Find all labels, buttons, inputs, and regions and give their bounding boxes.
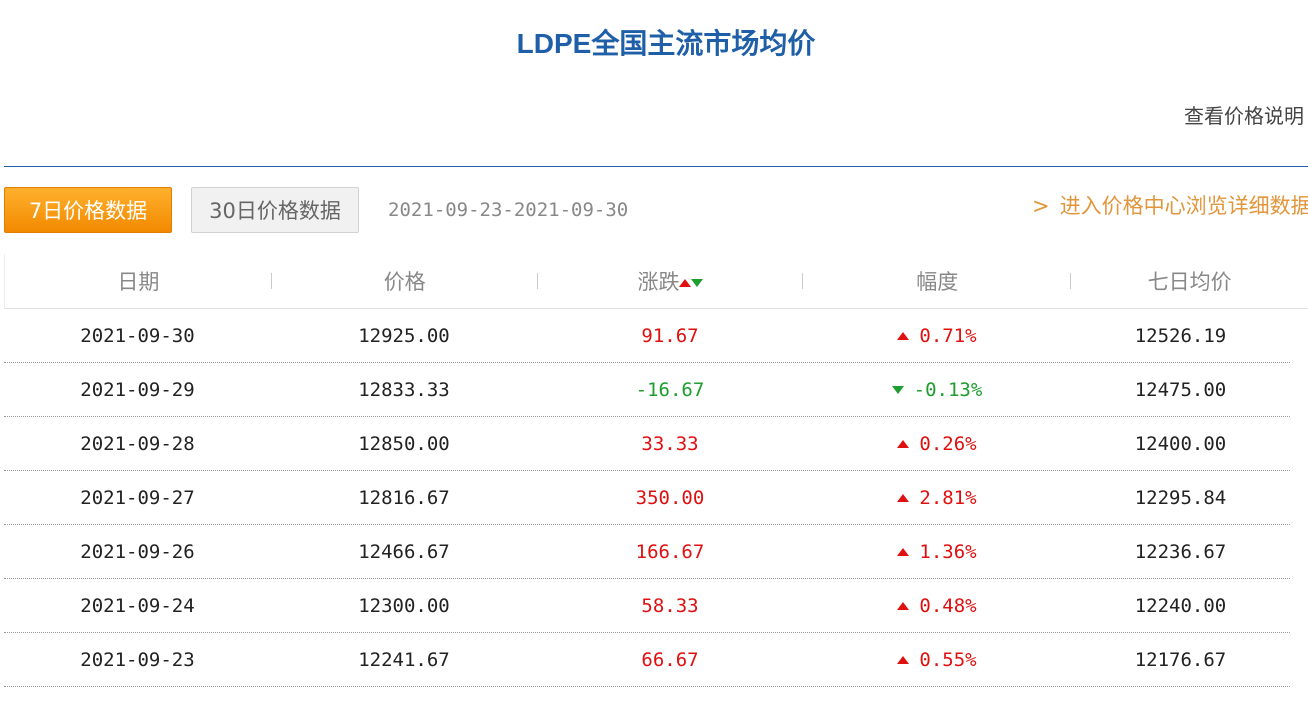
cell-percent: 0.26% [803, 433, 1071, 455]
cell-percent-value: 1.36% [919, 540, 977, 563]
header-divider [4, 166, 1308, 167]
cell-price: 12816.67 [358, 486, 450, 509]
cell-change: 166.67 [635, 540, 705, 563]
cell-change: 58.33 [641, 594, 699, 617]
cell-percent-value: 0.71% [919, 324, 977, 347]
cell-seven-day-average: 12240.00 [1134, 594, 1227, 617]
arrow-up-icon [897, 656, 910, 664]
cell-date: 2021-09-29 [80, 378, 195, 401]
arrow-down-icon [891, 386, 904, 394]
price-table: 日期 价格 涨跌 幅度 七日均价 2021-09-30 12925.00 91.67… [4, 254, 1308, 687]
cell-percent-value: -0.13% [913, 378, 983, 401]
table-row: 2021-09-27 12816.67 350.00 2.81% 12295.84 [4, 471, 1290, 525]
table-header: 日期 价格 涨跌 幅度 七日均价 [4, 254, 1308, 309]
cell-seven-day-average: 12295.84 [1134, 486, 1227, 509]
cell-percent: 1.36% [803, 541, 1071, 563]
cell-percent: 0.55% [803, 649, 1071, 671]
price-center-link-label: 进入价格中心浏览详细数据 [1059, 194, 1308, 218]
header-percent: 幅度 [803, 266, 1071, 296]
cell-date: 2021-09-23 [80, 648, 195, 671]
arrow-up-icon [897, 602, 910, 610]
cell-date: 2021-09-26 [80, 540, 195, 563]
date-range: 2021-09-23-2021-09-30 [388, 199, 629, 221]
cell-seven-day-average: 12176.67 [1134, 648, 1227, 671]
cell-seven-day-average: 12236.67 [1134, 540, 1227, 563]
price-explanation-link[interactable]: 查看价格说明 [1184, 100, 1304, 129]
cell-change: 66.67 [641, 648, 699, 671]
cell-date: 2021-09-27 [80, 486, 195, 509]
cell-percent: 2.81% [803, 487, 1071, 509]
cell-change: 350.00 [635, 486, 705, 509]
price-center-link[interactable]: > 进入价格中心浏览详细数据 [1032, 190, 1308, 220]
sort-descending-icon[interactable] [691, 279, 704, 287]
page-title: LDPE全国主流市场均价 [516, 28, 816, 59]
arrow-up-icon [897, 440, 910, 448]
cell-price: 12466.67 [358, 540, 450, 563]
table-row: 2021-09-23 12241.67 66.67 0.55% 12176.67 [4, 633, 1290, 687]
cell-date: 2021-09-24 [80, 594, 195, 617]
arrow-up-icon [897, 332, 910, 340]
table-body: 2021-09-30 12925.00 91.67 0.71% 12526.19 2021… [4, 309, 1308, 687]
header-change-sortable[interactable]: 涨跌 [538, 266, 804, 296]
cell-price: 12241.67 [358, 648, 450, 671]
arrow-up-icon [897, 548, 910, 556]
cell-seven-day-average: 12475.00 [1134, 378, 1227, 401]
cell-seven-day-average: 12526.19 [1134, 324, 1227, 347]
cell-percent-value: 2.81% [919, 486, 977, 509]
cell-price: 12300.00 [358, 594, 450, 617]
header-date: 日期 [5, 266, 272, 296]
cell-date: 2021-09-28 [80, 432, 195, 455]
table-row: 2021-09-28 12850.00 33.33 0.26% 12400.00 [4, 417, 1290, 471]
tab-30-day-data[interactable]: 30日价格数据 [191, 187, 359, 233]
cell-price: 12925.00 [358, 324, 450, 347]
arrow-up-icon [897, 494, 910, 502]
header-seven-day-average: 七日均价 [1147, 270, 1232, 294]
cell-change: 91.67 [641, 324, 699, 347]
cell-price: 12833.33 [358, 378, 450, 401]
cell-price: 12850.00 [358, 432, 450, 455]
cell-date: 2021-09-30 [80, 324, 195, 347]
table-row: 2021-09-29 12833.33 -16.67 -0.13% 12475.00 [4, 363, 1290, 417]
cell-change: -16.67 [635, 378, 705, 401]
header-price: 价格 [272, 266, 538, 296]
cell-seven-day-average: 12400.00 [1134, 432, 1227, 455]
cell-percent-value: 0.48% [919, 594, 977, 617]
cell-percent: 0.48% [803, 595, 1071, 617]
sort-ascending-icon[interactable] [679, 279, 692, 287]
cell-change: 33.33 [641, 432, 699, 455]
cell-percent-value: 0.55% [919, 648, 977, 671]
table-row: 2021-09-24 12300.00 58.33 0.48% 12240.00 [4, 579, 1290, 633]
table-row: 2021-09-26 12466.67 166.67 1.36% 12236.67 [4, 525, 1290, 579]
cell-percent: -0.13% [803, 379, 1071, 401]
cell-percent: 0.71% [803, 325, 1071, 347]
header-change-label: 涨跌 [637, 270, 680, 294]
table-row: 2021-09-30 12925.00 91.67 0.71% 12526.19 [4, 309, 1290, 363]
chevron-right-icon: > [1032, 194, 1050, 218]
cell-percent-value: 0.26% [919, 432, 977, 455]
tab-7-day-data[interactable]: 7日价格数据 [4, 187, 172, 233]
